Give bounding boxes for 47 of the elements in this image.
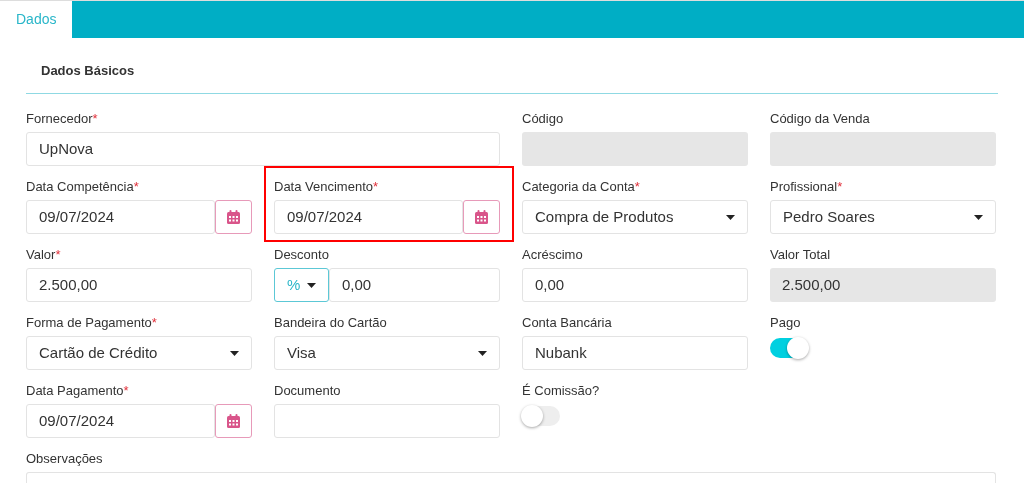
field-label: Observações (26, 451, 103, 466)
dropdown[interactable]: Visa (274, 336, 500, 370)
calendar-button[interactable] (215, 200, 252, 234)
calendar-button[interactable] (215, 404, 252, 438)
text-field[interactable]: 2.500,00 (26, 268, 252, 302)
calendar-icon (227, 414, 240, 428)
text-field[interactable] (274, 404, 500, 438)
calendar-icon (475, 210, 488, 224)
date-field[interactable]: 09/07/2024 (274, 200, 463, 234)
field-label: Desconto (274, 247, 329, 262)
field-label: Data Vencimento* (274, 179, 379, 194)
calendar-button[interactable] (463, 200, 500, 234)
field-label: Categoria da Conta* (522, 179, 640, 194)
dropdown[interactable]: Cartão de Crédito (26, 336, 252, 370)
field-label: Acréscimo (522, 247, 583, 262)
caret-icon (478, 350, 487, 356)
text-field[interactable]: 0,00 (522, 268, 748, 302)
discount-field[interactable]: 0,00 (329, 268, 500, 302)
date-field[interactable]: 09/07/2024 (26, 200, 215, 234)
caret-icon (230, 350, 239, 356)
field-label: Bandeira do Cartão (274, 315, 387, 330)
caret-icon (974, 214, 983, 220)
field-label: Código da Venda (770, 111, 870, 126)
field-label: É Comissão? (522, 383, 600, 398)
date-field[interactable]: 09/07/2024 (26, 404, 215, 438)
toggle-switch[interactable] (522, 406, 560, 426)
caret-icon (307, 282, 316, 288)
field-label: Documento (274, 383, 341, 398)
calendar-icon (227, 210, 240, 224)
field-label: Conta Bancária (522, 315, 612, 330)
dropdown[interactable]: Compra de Produtos (522, 200, 748, 234)
readonly-field: 2.500,00 (770, 268, 996, 302)
caret-icon (726, 214, 735, 220)
field-label: Forma de Pagamento* (26, 315, 157, 330)
field-label: Valor* (26, 247, 61, 262)
field-label: Fornecedor* (26, 111, 98, 126)
toggle-switch[interactable] (770, 338, 808, 358)
text-field[interactable]: UpNova (26, 132, 500, 166)
field-label: Data Competência* (26, 179, 139, 194)
section-title: Dados Básicos (41, 61, 135, 80)
text-field[interactable]: Nubank (522, 336, 748, 370)
field-label: Profissional* (770, 179, 843, 194)
field-label: Valor Total (770, 247, 831, 262)
dropdown[interactable]: Pedro Soares (770, 200, 996, 234)
field-label: Data Pagamento* (26, 383, 129, 398)
field-label: Pago (770, 315, 801, 330)
field-label: Código (522, 111, 564, 126)
